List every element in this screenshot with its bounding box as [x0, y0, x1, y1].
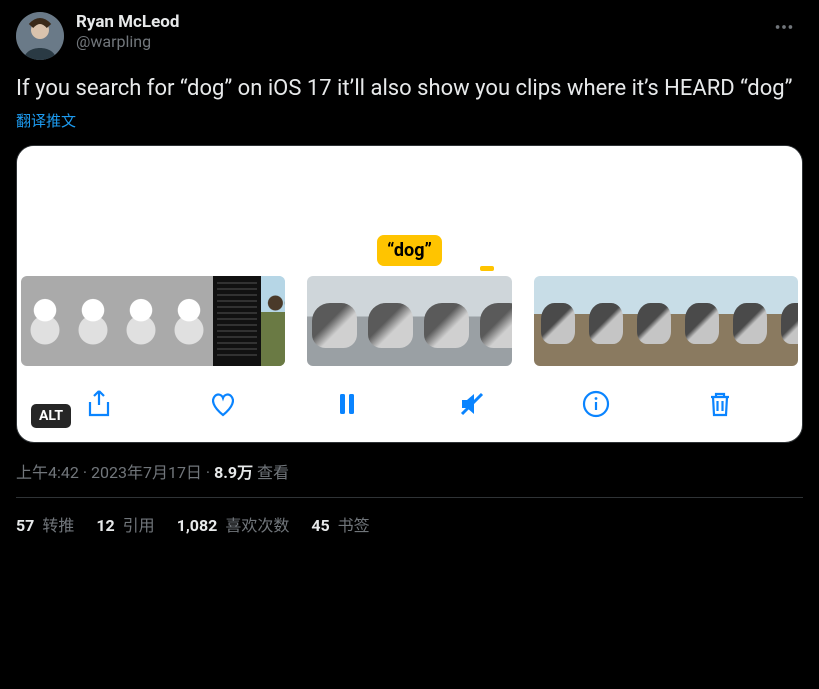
timeline-thumb: [261, 276, 285, 366]
search-token-badge: “dog”: [377, 235, 442, 266]
delete-button[interactable]: [700, 384, 740, 424]
retweets-count: 57: [16, 516, 34, 535]
bookmarks-stat[interactable]: 45 书签: [311, 512, 369, 536]
timeline-thumb: [363, 276, 419, 366]
tweet-container: Ryan McLeod @warpling If you search for …: [0, 0, 819, 548]
meta-separator: ·: [79, 463, 91, 482]
clip-group-1[interactable]: [21, 276, 285, 366]
translate-link[interactable]: 翻译推文: [16, 110, 803, 131]
search-token-row: “dog”: [17, 232, 802, 266]
views-count[interactable]: 8.9万: [214, 463, 253, 482]
divider: [16, 497, 803, 498]
retweets-stat[interactable]: 57 转推: [16, 512, 74, 536]
tweet-time[interactable]: 上午4:42: [16, 463, 79, 482]
video-timeline[interactable]: [17, 276, 802, 366]
like-button[interactable]: [203, 384, 243, 424]
share-button[interactable]: [79, 384, 119, 424]
bookmarks-label: 书签: [334, 516, 370, 535]
likes-count: 1,082: [177, 516, 218, 535]
timeline-thumb: [774, 276, 798, 366]
timeline-thumb: [213, 276, 261, 366]
mute-button[interactable]: [452, 384, 492, 424]
timeline-thumb: [726, 276, 774, 366]
quotes-count: 12: [96, 516, 114, 535]
playhead-tick: [480, 266, 494, 271]
pause-button[interactable]: [327, 384, 367, 424]
timeline-thumb: [582, 276, 630, 366]
likes-stat[interactable]: 1,082 喜欢次数: [177, 512, 290, 536]
avatar[interactable]: [16, 12, 64, 60]
timeline-thumb: [69, 276, 117, 366]
media-card[interactable]: “dog”: [16, 145, 803, 443]
info-icon: [580, 388, 612, 420]
likes-label: 喜欢次数: [221, 516, 289, 535]
tweet-meta: 上午4:42 · 2023年7月17日 · 8.9万 查看: [16, 459, 803, 483]
share-icon: [83, 388, 115, 420]
timeline-thumb: [475, 276, 512, 366]
views-label: 查看: [253, 463, 289, 482]
trash-icon: [704, 388, 736, 420]
user-block: Ryan McLeod @warpling: [76, 12, 179, 52]
clip-group-3[interactable]: [534, 276, 798, 366]
timeline-thumb: [21, 276, 69, 366]
more-options-button[interactable]: [765, 12, 803, 47]
tweet-date[interactable]: 2023年7月17日: [91, 463, 202, 482]
bookmarks-count: 45: [311, 516, 329, 535]
clip-group-2[interactable]: [307, 276, 512, 366]
user-handle[interactable]: @warpling: [76, 32, 179, 52]
tweet-header: Ryan McLeod @warpling: [16, 12, 803, 60]
timeline-thumb: [534, 276, 582, 366]
media-whitespace: [17, 146, 802, 232]
quotes-label: 引用: [119, 516, 155, 535]
display-name[interactable]: Ryan McLeod: [76, 12, 179, 32]
timeline-thumb: [117, 276, 165, 366]
pause-icon: [331, 388, 363, 420]
timeline-thumb: [419, 276, 475, 366]
info-button[interactable]: [576, 384, 616, 424]
timeline-thumb: [165, 276, 213, 366]
alt-badge[interactable]: ALT: [31, 404, 71, 428]
media-toolbar: [17, 366, 802, 430]
retweets-label: 转推: [38, 516, 74, 535]
speaker-muted-icon: [456, 388, 488, 420]
quotes-stat[interactable]: 12 引用: [96, 512, 154, 536]
tweet-stats: 57 转推 12 引用 1,082 喜欢次数 45 书签: [16, 512, 803, 536]
timeline-thumb: [630, 276, 678, 366]
tweet-text: If you search for “dog” on iOS 17 it’ll …: [16, 74, 803, 104]
playhead-marker-row: [17, 266, 802, 276]
timeline-thumb: [307, 276, 363, 366]
heart-icon: [207, 388, 239, 420]
meta-separator: ·: [202, 463, 214, 482]
timeline-thumb: [678, 276, 726, 366]
